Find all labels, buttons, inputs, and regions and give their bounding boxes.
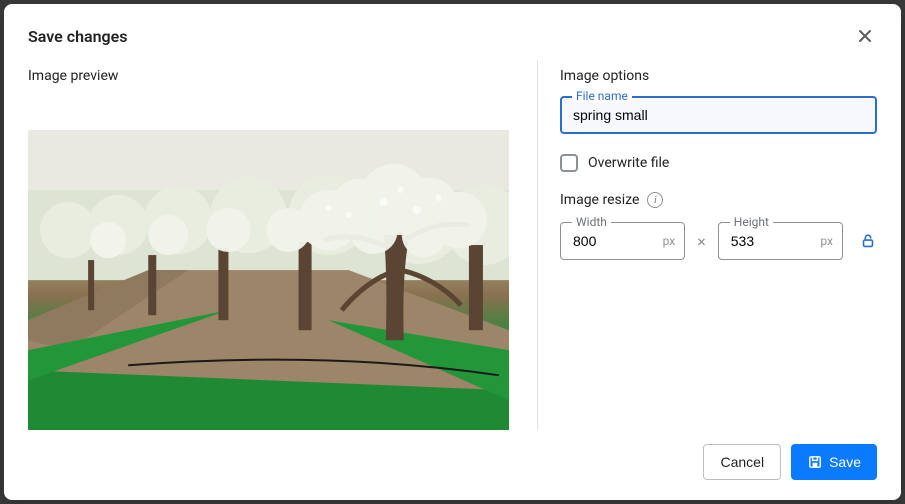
cancel-label: Cancel	[720, 454, 764, 470]
height-unit: px	[820, 234, 833, 248]
modal-title: Save changes	[28, 27, 127, 46]
overwrite-checkbox[interactable]	[560, 154, 578, 172]
width-unit: px	[663, 234, 676, 248]
overwrite-label: Overwrite file	[588, 155, 669, 171]
filename-field: File name	[560, 96, 877, 134]
info-icon[interactable]: i	[647, 192, 663, 208]
left-pane: Image preview	[28, 60, 537, 430]
close-button[interactable]	[849, 20, 881, 52]
height-field: Height px	[718, 222, 843, 260]
width-label: Width	[572, 215, 611, 229]
resize-header: Image resize i	[560, 192, 877, 208]
aspect-lock-button[interactable]	[859, 232, 877, 250]
modal-header: Save changes	[4, 4, 901, 60]
overwrite-row: Overwrite file	[560, 154, 877, 172]
modal-footer: Cancel Save	[4, 430, 901, 500]
save-label: Save	[829, 454, 861, 470]
right-pane: Image options File name Overwrite file I…	[537, 60, 877, 430]
resize-label: Image resize	[560, 192, 639, 208]
modal-body: Image preview	[4, 60, 901, 430]
save-changes-modal: Save changes Image preview	[4, 4, 901, 500]
options-section-label: Image options	[560, 68, 877, 84]
width-field: Width px	[560, 222, 685, 260]
resize-row: Width px × Height px	[560, 222, 877, 260]
save-icon	[807, 454, 823, 470]
filename-label: File name	[572, 89, 632, 103]
cancel-button[interactable]: Cancel	[703, 444, 781, 480]
height-label: Height	[730, 215, 773, 229]
close-icon	[856, 27, 874, 45]
image-preview	[28, 130, 509, 430]
preview-section-label: Image preview	[28, 68, 509, 84]
save-button[interactable]: Save	[791, 444, 877, 480]
lock-icon	[859, 232, 877, 250]
times-icon: ×	[693, 232, 710, 251]
